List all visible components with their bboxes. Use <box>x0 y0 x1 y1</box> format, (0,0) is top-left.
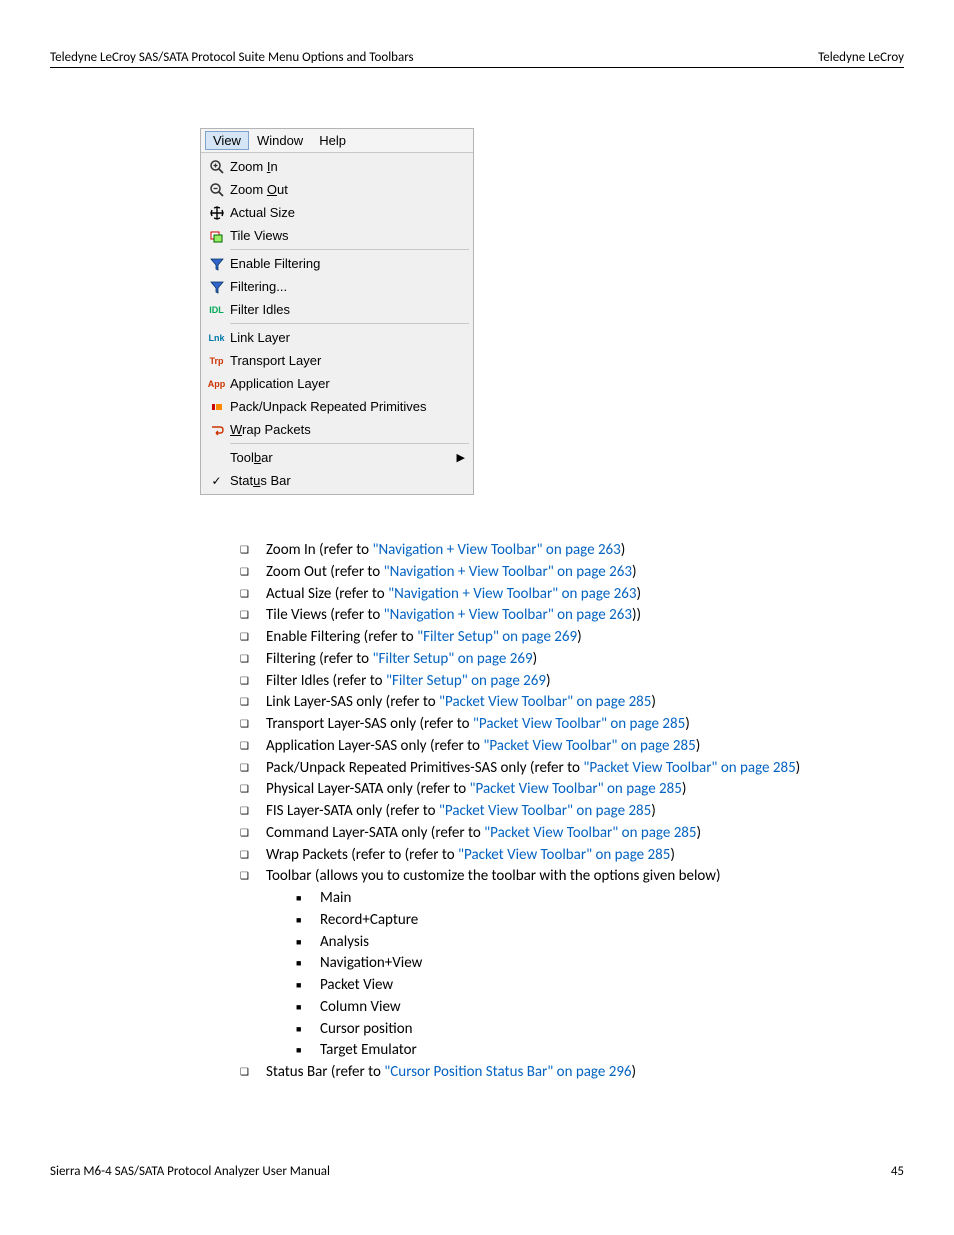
application-layer-icon: App <box>203 372 230 395</box>
sublist-item: Navigation+View <box>296 953 814 975</box>
header-left: Teledyne LeCroy SAS/SATA Protocol Suite … <box>50 50 414 65</box>
list-item-statusbar: Status Bar (refer to "Cursor Position St… <box>240 1062 814 1084</box>
mi-tile-views[interactable]: Tile Views <box>203 224 471 247</box>
footer-page-number: 45 <box>891 1164 904 1179</box>
mi-application-layer[interactable]: App Application Layer <box>203 372 471 395</box>
cross-reference-link[interactable]: "Filter Setup" on page 269 <box>417 628 577 646</box>
cross-reference-link[interactable]: "Navigation + View Toolbar" on page 263 <box>384 563 632 581</box>
list-item: Actual Size (refer to "Navigation + View… <box>240 584 814 606</box>
list-item: Tile Views (refer to "Navigation + View … <box>240 605 814 627</box>
list-item: FIS Layer-SATA only (refer to "Packet Vi… <box>240 801 814 823</box>
list-item: Pack/Unpack Repeated Primitives-SAS only… <box>240 758 814 780</box>
mi-transport-layer[interactable]: Trp Transport Layer <box>203 349 471 372</box>
list-item: Zoom In (refer to "Navigation + View Too… <box>240 540 814 562</box>
cross-reference-link[interactable]: "Navigation + View Toolbar" on page 263 <box>384 606 632 624</box>
cross-reference-link[interactable]: "Cursor Position Status Bar" on page 296 <box>384 1063 631 1081</box>
sublist-item: Record+Capture <box>296 910 814 932</box>
cross-reference-link[interactable]: "Packet View Toolbar" on page 285 <box>583 759 795 777</box>
list-item: Zoom Out (refer to "Navigation + View To… <box>240 562 814 584</box>
sublist-item: Analysis <box>296 932 814 954</box>
footer-left: Sierra M6-4 SAS/SATA Protocol Analyzer U… <box>50 1164 330 1179</box>
list-item: Wrap Packets (refer to (refer to "Packet… <box>240 845 814 867</box>
mi-filter-idles[interactable]: IDL Filter Idles <box>203 298 471 321</box>
mi-zoom-out[interactable]: Zoom Out <box>203 178 471 201</box>
cross-reference-link[interactable]: "Navigation + View Toolbar" on page 263 <box>388 585 636 603</box>
cross-reference-link[interactable]: "Navigation + View Toolbar" on page 263 <box>372 541 620 559</box>
list-item: Command Layer-SATA only (refer to "Packe… <box>240 823 814 845</box>
description-list: Zoom In (refer to "Navigation + View Too… <box>240 540 814 1084</box>
mi-filtering[interactable]: Filtering... <box>203 275 471 298</box>
pack-unpack-icon <box>203 395 230 418</box>
menubar-view[interactable]: View <box>205 131 249 150</box>
cross-reference-link[interactable]: "Packet View Toolbar" on page 285 <box>439 802 651 820</box>
sublist-item: Column View <box>296 997 814 1019</box>
cross-reference-link[interactable]: "Filter Setup" on page 269 <box>373 650 533 668</box>
transport-layer-icon: Trp <box>203 349 230 372</box>
sublist-item: Cursor position <box>296 1019 814 1041</box>
list-item-toolbar: Toolbar (allows you to customize the too… <box>240 866 814 1062</box>
list-item: Physical Layer-SATA only (refer to "Pack… <box>240 779 814 801</box>
filter-idles-icon: IDL <box>203 298 230 321</box>
filter-settings-icon <box>203 275 230 298</box>
blank-icon <box>203 446 230 469</box>
page-header: Teledyne LeCroy SAS/SATA Protocol Suite … <box>50 50 904 68</box>
cross-reference-link[interactable]: "Packet View Toolbar" on page 285 <box>470 780 682 798</box>
mi-link-layer[interactable]: Lnk Link Layer <box>203 326 471 349</box>
cross-reference-link[interactable]: "Filter Setup" on page 269 <box>386 672 546 690</box>
sublist-item: Packet View <box>296 975 814 997</box>
actual-size-icon <box>203 201 230 224</box>
sublist-item: Main <box>296 888 814 910</box>
list-item: Filtering (refer to "Filter Setup" on pa… <box>240 649 814 671</box>
mi-enable-filtering[interactable]: Enable Filtering <box>203 252 471 275</box>
check-icon <box>203 469 230 492</box>
menubar: View Window Help <box>201 129 473 153</box>
list-item: Transport Layer-SAS only (refer to "Pack… <box>240 714 814 736</box>
menubar-window[interactable]: Window <box>249 131 311 150</box>
cross-reference-link[interactable]: "Packet View Toolbar" on page 285 <box>484 824 696 842</box>
view-menu: View Window Help Zoom In Zoom Out <box>200 128 474 495</box>
zoom-in-icon <box>203 155 230 178</box>
zoom-out-icon <box>203 178 230 201</box>
mi-zoom-in[interactable]: Zoom In <box>203 155 471 178</box>
list-item: Link Layer-SAS only (refer to "Packet Vi… <box>240 692 814 714</box>
submenu-arrow-icon: ▶ <box>457 451 465 464</box>
cross-reference-link[interactable]: "Packet View Toolbar" on page 285 <box>483 737 695 755</box>
header-right: Teledyne LeCroy <box>818 50 904 65</box>
filter-icon <box>203 252 230 275</box>
sublist-item: Target Emulator <box>296 1040 814 1062</box>
mi-toolbar[interactable]: Toolbar ▶ <box>203 446 471 469</box>
mi-actual-size[interactable]: Actual Size <box>203 201 471 224</box>
wrap-packets-icon <box>203 418 230 441</box>
mi-wrap-packets[interactable]: Wrap Packets <box>203 418 471 441</box>
cross-reference-link[interactable]: "Packet View Toolbar" on page 285 <box>439 693 651 711</box>
link-layer-icon: Lnk <box>203 326 230 349</box>
mi-pack-unpack[interactable]: Pack/Unpack Repeated Primitives <box>203 395 471 418</box>
tile-views-icon <box>203 224 230 247</box>
menubar-help[interactable]: Help <box>311 131 354 150</box>
list-item: Application Layer-SAS only (refer to "Pa… <box>240 736 814 758</box>
list-item: Filter Idles (refer to "Filter Setup" on… <box>240 671 814 693</box>
cross-reference-link[interactable]: "Packet View Toolbar" on page 285 <box>473 715 685 733</box>
page-footer: Sierra M6-4 SAS/SATA Protocol Analyzer U… <box>50 1164 904 1179</box>
mi-status-bar[interactable]: Status Bar <box>203 469 471 492</box>
list-item: Enable Filtering (refer to "Filter Setup… <box>240 627 814 649</box>
cross-reference-link[interactable]: "Packet View Toolbar" on page 285 <box>458 846 670 864</box>
